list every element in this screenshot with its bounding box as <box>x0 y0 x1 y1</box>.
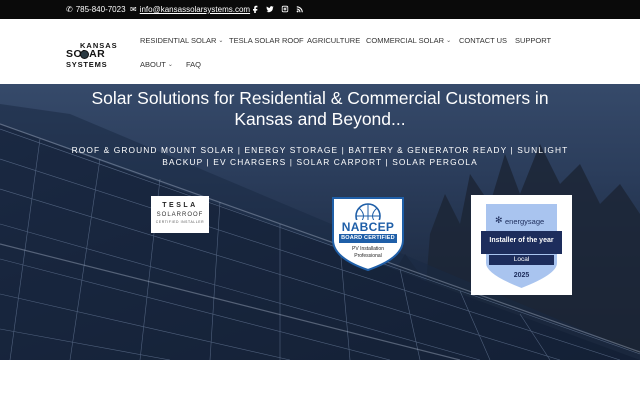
nav-item-support[interactable]: SUPPORT <box>515 36 551 45</box>
logo-line-systems: SYSTEMS <box>66 60 108 69</box>
energysage-award-badge: ✻ energysage Installer of the year Local… <box>471 195 572 295</box>
energysage-title: Installer of the year <box>489 237 554 244</box>
nabcep-name: NABCEP <box>341 220 395 234</box>
facebook-icon[interactable] <box>250 4 260 14</box>
nav-label: AGRICULTURE <box>307 36 361 45</box>
nabcep-line1: PV Installation <box>352 246 384 252</box>
energysage-scope: Local <box>513 256 530 263</box>
nav-item-faq[interactable]: FAQ <box>186 60 201 69</box>
energysage-year: 2025 <box>513 272 530 279</box>
nav-item-contact-us[interactable]: CONTACT US <box>459 36 507 45</box>
logo-sun-icon <box>80 50 89 59</box>
energysage-brand: energysage <box>505 217 545 226</box>
tesla-certified-badge: TESLA SOLARROOF CERTIFIED INSTALLER <box>151 196 209 233</box>
rss-icon[interactable] <box>295 4 305 14</box>
nav-label: ABOUT <box>140 60 166 69</box>
phone-icon: ✆ <box>66 5 73 14</box>
nav-item-agriculture[interactable]: AGRICULTURE <box>307 36 360 45</box>
chevron-down-icon: ⌄ <box>446 38 452 44</box>
site-header: KANSAS SOLAR SYSTEMS RESIDENTIAL SOLAR ⌄… <box>0 19 640 84</box>
email-contact[interactable]: ✉ info@kansassolarsystems.com <box>130 5 250 14</box>
phone-number[interactable]: 785-840-7023 <box>76 5 126 14</box>
chevron-down-icon: ⌄ <box>218 38 224 44</box>
tesla-product: SOLARROOF <box>156 212 204 218</box>
instagram-icon[interactable] <box>280 4 290 14</box>
nabcep-band: BOARD CERTIFIED <box>341 235 395 241</box>
twitter-icon[interactable] <box>265 4 275 14</box>
nav-label: SUPPORT <box>515 36 552 45</box>
nabcep-certified-badge: NABCEP BOARD CERTIFIED PV Installation P… <box>331 196 405 272</box>
tesla-brand: TESLA <box>162 202 198 209</box>
chevron-down-icon: ⌄ <box>167 62 173 68</box>
site-logo[interactable]: KANSAS SOLAR SYSTEMS <box>66 41 124 69</box>
tesla-note: CERTIFIED INSTALLER <box>155 220 205 224</box>
phone-contact[interactable]: ✆ 785-840-7023 <box>66 5 126 14</box>
envelope-icon: ✉ <box>130 5 137 14</box>
nav-label: COMMERCIAL SOLAR <box>366 36 445 45</box>
hero-section: Solar Solutions for Residential & Commer… <box>0 84 640 360</box>
nav-label: RESIDENTIAL SOLAR <box>140 36 217 45</box>
nav-label: FAQ <box>186 60 202 69</box>
nav-item-residential-solar[interactable]: RESIDENTIAL SOLAR ⌄ <box>140 36 223 45</box>
nav-item-tesla-solar-roof[interactable]: TESLA SOLAR ROOF <box>229 36 304 45</box>
nav-item-commercial-solar[interactable]: COMMERCIAL SOLAR ⌄ <box>366 36 451 45</box>
nabcep-line2: Professional <box>354 253 382 259</box>
hero-services-list: ROOF & GROUND MOUNT SOLAR | ENERGY STORA… <box>71 145 569 167</box>
energysage-logo-icon: ✻ <box>495 215 503 225</box>
top-bar: ✆ 785-840-7023 ✉ info@kansassolarsystems… <box>0 0 640 19</box>
nav-item-about[interactable]: ABOUT ⌄ <box>140 60 173 69</box>
email-address[interactable]: info@kansassolarsystems.com <box>140 5 250 14</box>
hero-title: Solar Solutions for Residential & Commer… <box>91 88 549 129</box>
nav-label: TESLA SOLAR ROOF <box>229 36 304 45</box>
nav-label: CONTACT US <box>459 36 508 45</box>
